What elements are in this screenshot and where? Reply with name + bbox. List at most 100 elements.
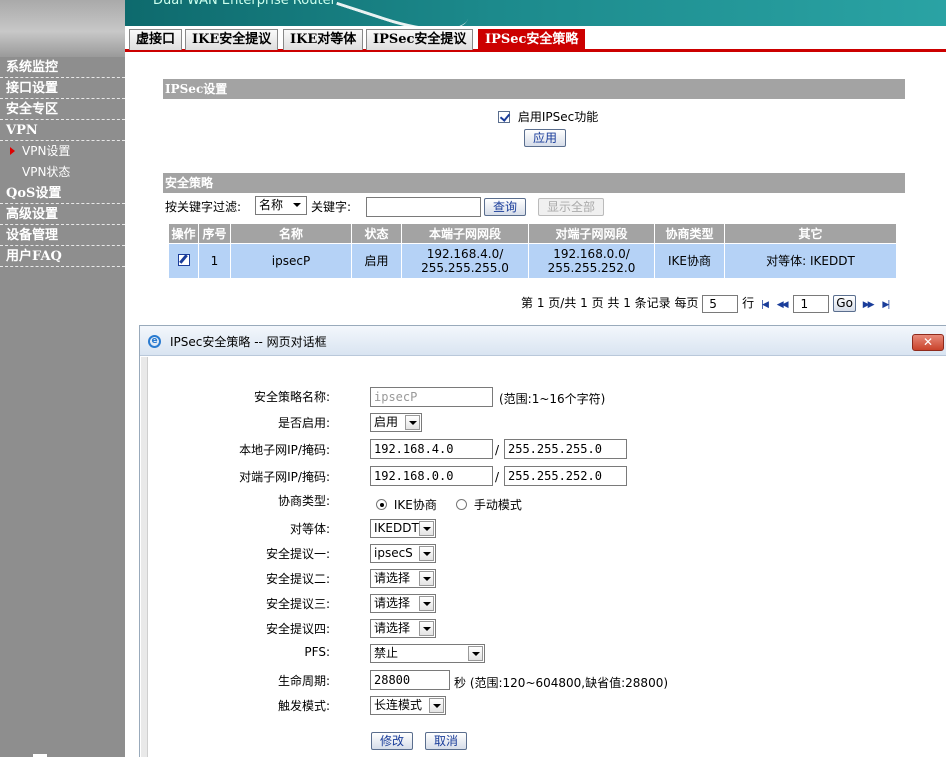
table-header-row: 操作 序号 名称 状态 本端子网网段 对端子网网段 协商类型 其它 <box>168 223 897 244</box>
remote-ip-input[interactable]: 192.168.0.0 <box>370 466 493 486</box>
banner-swoosh-graphic <box>336 0 474 26</box>
enable-select[interactable]: 启用 <box>370 413 422 432</box>
tab-bar: 虚接口 IKE安全提议 IKE对等体 IPSec安全提议 IPSec安全策略 <box>125 26 946 52</box>
edit-icon[interactable] <box>177 253 190 266</box>
nego-type-label: 协商类型: <box>277 494 330 508</box>
chevron-down-icon <box>290 198 305 213</box>
tab-ike-proposal[interactable]: IKE安全提议 <box>185 29 279 50</box>
sidebar-item-vpn-status[interactable]: VPN状态 <box>0 162 125 183</box>
filter-bar: 按关键字过滤: 名称 关键字: 查询 显示全部 <box>165 196 905 218</box>
sidebar-menu: 系统监控 接口设置 安全专区 VPN VPN设置 VPN状态 QoS设置 高级设… <box>0 57 125 267</box>
nego-manual-label: 手动模式 <box>473 498 522 512</box>
sidebar-item-user-faq[interactable]: 用户FAQ <box>0 246 125 267</box>
ipsec-policy-dialog: e IPSec安全策略 -- 网页对话框 ✕ 安全策略名称: ipsecP (范… <box>139 325 946 757</box>
sidebar-item-device-management[interactable]: 设备管理 <box>0 225 125 246</box>
next-page-icon[interactable]: ▶▶ <box>863 295 875 315</box>
table-row[interactable]: 1 ipsecP 启用 192.168.4.0/ 255.255.255.0 1… <box>168 243 897 279</box>
tab-ipsec-policy[interactable]: IPSec安全策略 <box>478 29 586 50</box>
peer-select-value: IKEDDT <box>374 521 419 535</box>
nego-ike-radio[interactable] <box>376 499 387 510</box>
lifetime-input[interactable]: 28800 <box>370 670 450 690</box>
local-slash: / <box>495 443 500 457</box>
lifetime-label: 生命周期: <box>277 674 330 688</box>
proposal1-select[interactable]: ipsecS <box>370 544 436 563</box>
apply-button[interactable]: 应用 <box>524 129 567 147</box>
search-button[interactable]: 查询 <box>484 198 527 216</box>
sidebar-item-system-monitor[interactable]: 系统监控 <box>0 57 125 78</box>
enable-select-value: 启用 <box>374 415 399 429</box>
nego-manual-radio[interactable] <box>456 499 467 510</box>
tab-ike-peer[interactable]: IKE对等体 <box>283 29 364 50</box>
tab-virtual-interface[interactable]: 虚接口 <box>129 29 183 50</box>
goto-page-input[interactable]: 1 <box>793 294 830 313</box>
per-page-input[interactable]: 5 <box>702 294 739 313</box>
cell-nego-type: IKE协商 <box>654 243 725 279</box>
proposal4-select[interactable]: 请选择 <box>370 619 436 638</box>
modify-button[interactable]: 修改 <box>371 732 414 750</box>
peer-select[interactable]: IKEDDT <box>370 519 436 538</box>
remote-slash: / <box>495 470 500 484</box>
local-ip-input[interactable]: 192.168.4.0 <box>370 439 493 459</box>
local-mask-input[interactable]: 255.255.255.0 <box>504 439 627 459</box>
trigger-mode-select-value: 长连模式 <box>374 698 423 712</box>
header-banner: Dual WAN Enterprise Router <box>125 0 946 26</box>
remote-mask-input[interactable]: 255.255.252.0 <box>504 466 627 486</box>
go-button[interactable]: Go <box>833 295 856 312</box>
keyword-input[interactable] <box>366 197 481 217</box>
cell-name: ipsecP <box>230 243 352 279</box>
remote-subnet-mask: 255.255.252.0 <box>547 261 636 275</box>
chevron-down-icon <box>419 521 434 536</box>
sidebar-item-vpn-settings[interactable]: VPN设置 <box>0 141 125 162</box>
policy-name-input[interactable]: ipsecP <box>370 387 493 407</box>
cancel-button[interactable]: 取消 <box>425 732 468 750</box>
sidebar-item-advanced-settings[interactable]: 高级设置 <box>0 204 125 225</box>
cell-status: 启用 <box>351 243 402 279</box>
col-header-other: 其它 <box>724 223 897 244</box>
pfs-select[interactable]: 禁止 <box>370 644 485 663</box>
chevron-down-icon <box>419 596 434 611</box>
sidebar-item-security-zone[interactable]: 安全专区 <box>0 99 125 120</box>
ipsec-enable-checkbox[interactable] <box>498 111 510 123</box>
proposal2-label: 安全提议二: <box>265 572 330 586</box>
prev-page-icon[interactable]: ◀◀ <box>777 295 789 315</box>
nego-manual-option[interactable]: 手动模式 <box>456 496 522 513</box>
pfs-select-value: 禁止 <box>374 646 399 660</box>
close-button[interactable]: ✕ <box>912 334 944 351</box>
cell-local-subnet: 192.168.4.0/ 255.255.255.0 <box>401 243 529 279</box>
col-header-status: 状态 <box>351 223 402 244</box>
proposal4-select-value: 请选择 <box>374 621 411 635</box>
filter-label: 按关键字过滤: <box>165 200 242 214</box>
local-subnet-ip: 192.168.4.0/ <box>426 247 504 261</box>
tab-ipsec-proposal[interactable]: IPSec安全提议 <box>366 29 474 50</box>
col-header-remote-subnet: 对端子网网段 <box>528 223 655 244</box>
ie-icon: e <box>148 335 161 348</box>
nego-ike-option[interactable]: IKE协商 <box>376 496 437 513</box>
proposal4-label: 安全提议四: <box>265 622 330 636</box>
proposal1-label: 安全提议一: <box>265 547 330 561</box>
cell-remote-subnet: 192.168.0.0/ 255.255.252.0 <box>528 243 655 279</box>
sidebar-logo-area <box>0 0 125 57</box>
pfs-label: PFS: <box>304 645 330 659</box>
dialog-title: IPSec安全策略 -- 网页对话框 <box>170 335 327 349</box>
proposal1-select-value: ipsecS <box>374 546 413 560</box>
last-page-icon[interactable]: ▶| <box>882 295 890 315</box>
ipsec-enable-label: 启用IPSec功能 <box>517 110 599 124</box>
proposal2-select[interactable]: 请选择 <box>370 569 436 588</box>
trigger-mode-select[interactable]: 长连模式 <box>370 696 446 715</box>
proposal3-select[interactable]: 请选择 <box>370 594 436 613</box>
keyword-label: 关键字: <box>311 200 352 214</box>
security-policy-header: 安全策略 <box>163 173 905 193</box>
sidebar-item-interface-settings[interactable]: 接口设置 <box>0 78 125 99</box>
policy-name-hint: (范围:1~16个字符) <box>499 392 606 406</box>
nego-ike-label: IKE协商 <box>393 498 437 512</box>
ipsec-enable-row: 启用IPSec功能 <box>498 108 598 125</box>
chevron-down-icon <box>419 546 434 561</box>
pager-page-text: 第 1 页/共 1 页 共 1 条记录 每页 <box>521 296 699 310</box>
sidebar-item-vpn[interactable]: VPN <box>0 120 125 141</box>
filter-field-select[interactable]: 名称 <box>255 196 307 215</box>
col-header-action: 操作 <box>168 223 199 244</box>
first-page-icon[interactable]: |◀ <box>761 295 769 315</box>
sidebar-item-qos-settings[interactable]: QoS设置 <box>0 183 125 204</box>
col-header-nego-type: 协商类型 <box>654 223 725 244</box>
show-all-button[interactable]: 显示全部 <box>538 198 605 216</box>
